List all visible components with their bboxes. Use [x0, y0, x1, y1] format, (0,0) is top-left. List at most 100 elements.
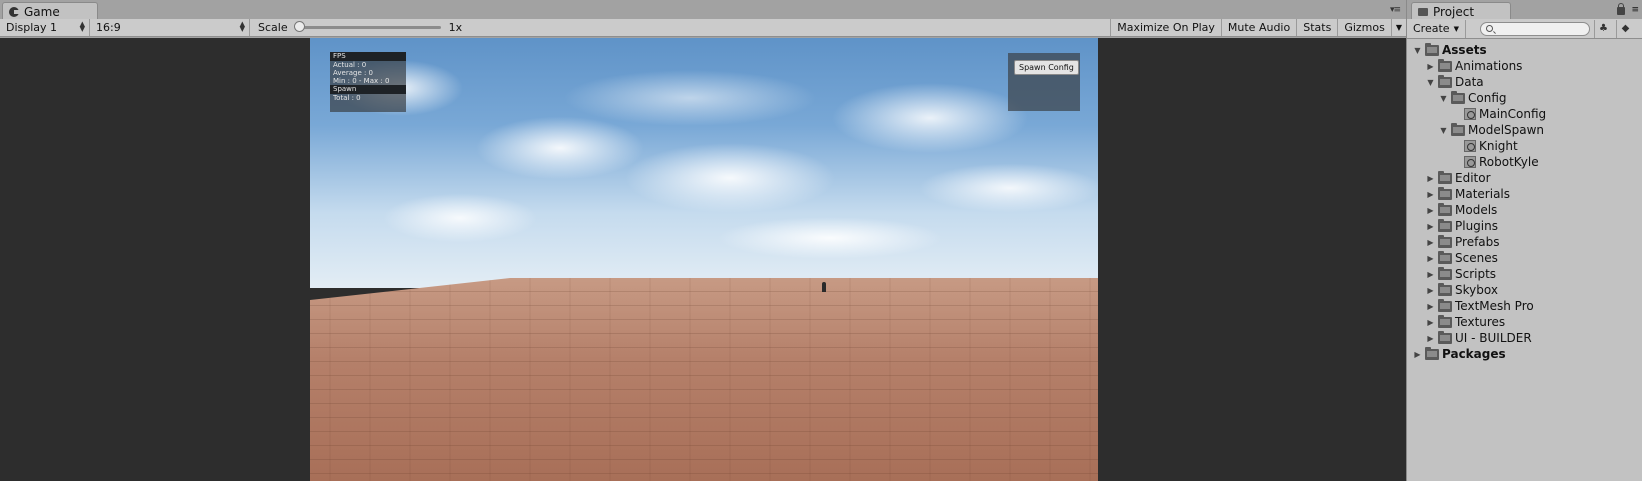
- expand-right-icon[interactable]: ▶: [1426, 174, 1435, 183]
- tree-item[interactable]: ▶ Models: [1407, 202, 1642, 218]
- tree-item-label: Scripts: [1455, 267, 1497, 281]
- tab-project[interactable]: Project: [1411, 2, 1511, 20]
- fps-overlay: FPS Actual : 0 Average : 0 Min : 0 - Max…: [330, 52, 406, 112]
- expand-down-icon[interactable]: ▼: [1426, 78, 1435, 87]
- gizmos-dropdown-arrow-icon[interactable]: ▼: [1390, 19, 1406, 36]
- tree-item[interactable]: ▶ Editor: [1407, 170, 1642, 186]
- expand-right-icon[interactable]: ▶: [1426, 254, 1435, 263]
- expand-right-icon[interactable]: ▶: [1426, 206, 1435, 215]
- scale-slider[interactable]: [293, 21, 441, 32]
- display-dropdown-label: Display 1: [6, 21, 58, 34]
- tree-item-label: Prefabs: [1455, 235, 1500, 249]
- project-tab-tools: ≡: [1617, 3, 1639, 15]
- panel-menu-icon[interactable]: ≡: [1631, 5, 1639, 15]
- tree-item[interactable]: ▶ Scenes: [1407, 250, 1642, 266]
- expand-right-icon[interactable]: ▶: [1426, 334, 1435, 343]
- folder-icon: [1438, 202, 1452, 216]
- search-icon: [1485, 24, 1493, 32]
- tree-item[interactable]: ▼ Config: [1407, 90, 1642, 106]
- tree-item[interactable]: ▶ Materials: [1407, 186, 1642, 202]
- tree-item[interactable]: ▶ Plugins: [1407, 218, 1642, 234]
- scale-control: Scale 1x: [250, 19, 462, 36]
- expand-right-icon[interactable]: ▶: [1426, 318, 1435, 327]
- expand-down-icon[interactable]: ▼: [1413, 46, 1422, 55]
- expand-right-icon[interactable]: ▶: [1426, 222, 1435, 231]
- tree-item-label: Scenes: [1455, 251, 1498, 265]
- tree-item[interactable]: ▶ TextMesh Pro: [1407, 298, 1642, 314]
- tree-item-label: Assets: [1442, 43, 1487, 57]
- tree-item[interactable]: MainConfig: [1407, 106, 1642, 122]
- tree-item-label: TextMesh Pro: [1455, 299, 1534, 313]
- tree-item-label: UI - BUILDER: [1455, 331, 1532, 345]
- tree-item-label: Data: [1455, 75, 1484, 89]
- game-viewport[interactable]: FPS Actual : 0 Average : 0 Min : 0 - Max…: [0, 38, 1406, 481]
- tree-item[interactable]: ▶ Packages: [1407, 346, 1642, 362]
- expand-right-icon[interactable]: ▶: [1426, 286, 1435, 295]
- scriptable-object-icon: [1464, 156, 1476, 168]
- game-controller-icon: [9, 6, 20, 17]
- tree-item[interactable]: ▶ UI - BUILDER: [1407, 330, 1642, 346]
- tree-item-label: ModelSpawn: [1468, 123, 1545, 137]
- expand-right-icon[interactable]: ▶: [1426, 190, 1435, 199]
- project-tree: ▼ Assets ▶ Animations ▼ Data ▼ Config MainConfig…: [1407, 42, 1642, 362]
- create-button[interactable]: Create ▼: [1407, 19, 1466, 38]
- tree-item[interactable]: ▼ Data: [1407, 74, 1642, 90]
- folder-icon: [1425, 346, 1439, 360]
- expand-down-icon[interactable]: ▼: [1439, 94, 1448, 103]
- scale-label: Scale: [258, 21, 288, 34]
- expand-right-icon[interactable]: ▶: [1426, 270, 1435, 279]
- tree-item[interactable]: RobotKyle: [1407, 154, 1642, 170]
- tree-item[interactable]: Knight: [1407, 138, 1642, 154]
- tree-item-label: Models: [1455, 203, 1498, 217]
- folder-icon: [1438, 218, 1452, 232]
- game-panel: Game ▾≡ Display 1 ▲ ▼ 16:9 ▲ ▼ Scale 1x Ma…: [0, 0, 1406, 481]
- folder-icon: [1451, 122, 1465, 136]
- tree-item[interactable]: ▶ Textures: [1407, 314, 1642, 330]
- project-tabbar: Project ≡: [1407, 0, 1642, 20]
- display-dropdown[interactable]: Display 1 ▲ ▼: [0, 19, 90, 36]
- game-render[interactable]: FPS Actual : 0 Average : 0 Min : 0 - Max…: [310, 38, 1098, 481]
- tree-item[interactable]: ▼ Assets: [1407, 42, 1642, 58]
- filter-by-type-icon[interactable]: ♣: [1593, 19, 1612, 38]
- fps-actual: Actual : 0: [333, 61, 367, 69]
- maximize-on-play-button[interactable]: Maximize On Play: [1110, 19, 1221, 36]
- tree-item[interactable]: ▶ Scripts: [1407, 266, 1642, 282]
- folder-icon: [1438, 186, 1452, 200]
- scale-slider-thumb[interactable]: [293, 21, 305, 32]
- expand-right-icon[interactable]: ▶: [1413, 350, 1422, 359]
- folder-icon: [1438, 298, 1452, 312]
- filter-by-label-icon[interactable]: ◆: [1615, 19, 1634, 38]
- robot-character: [822, 282, 826, 292]
- lock-icon[interactable]: [1617, 3, 1626, 15]
- aspect-dropdown[interactable]: 16:9 ▲ ▼: [90, 19, 250, 36]
- panel-menu-icon[interactable]: ▾≡: [1390, 5, 1401, 15]
- expand-down-icon[interactable]: ▼: [1439, 126, 1448, 135]
- fps-minmax: Min : 0 - Max : 0: [333, 77, 390, 85]
- tree-item-label: Plugins: [1455, 219, 1498, 233]
- tab-game[interactable]: Game: [2, 2, 98, 20]
- gizmos-button-label: Gizmos: [1344, 21, 1385, 34]
- create-button-label: Create: [1413, 22, 1450, 35]
- expand-right-icon[interactable]: ▶: [1426, 238, 1435, 247]
- stats-button[interactable]: Stats: [1296, 19, 1337, 36]
- tree-item[interactable]: ▶ Skybox: [1407, 282, 1642, 298]
- expand-right-icon[interactable]: ▶: [1426, 62, 1435, 71]
- tree-item-label: Textures: [1455, 315, 1506, 329]
- fps-average: Average : 0: [333, 69, 374, 77]
- search-input[interactable]: [1479, 21, 1590, 36]
- folder-icon: [1438, 250, 1452, 264]
- scriptable-object-icon: [1464, 108, 1476, 120]
- spawn-config-button[interactable]: Spawn Config: [1014, 60, 1079, 75]
- folder-icon: [1438, 170, 1452, 184]
- tree-item[interactable]: ▼ ModelSpawn: [1407, 122, 1642, 138]
- game-toolbar: Display 1 ▲ ▼ 16:9 ▲ ▼ Scale 1x Maximize O…: [0, 19, 1406, 37]
- tree-item-label: Knight: [1479, 139, 1518, 153]
- tree-item[interactable]: ▶ Animations: [1407, 58, 1642, 74]
- folder-icon: [1425, 42, 1439, 56]
- mute-audio-button[interactable]: Mute Audio: [1220, 19, 1296, 36]
- expand-right-icon[interactable]: ▶: [1426, 302, 1435, 311]
- tree-item[interactable]: ▶ Prefabs: [1407, 234, 1642, 250]
- gizmos-button[interactable]: Gizmos: [1337, 19, 1391, 36]
- folder-icon: [1438, 58, 1452, 72]
